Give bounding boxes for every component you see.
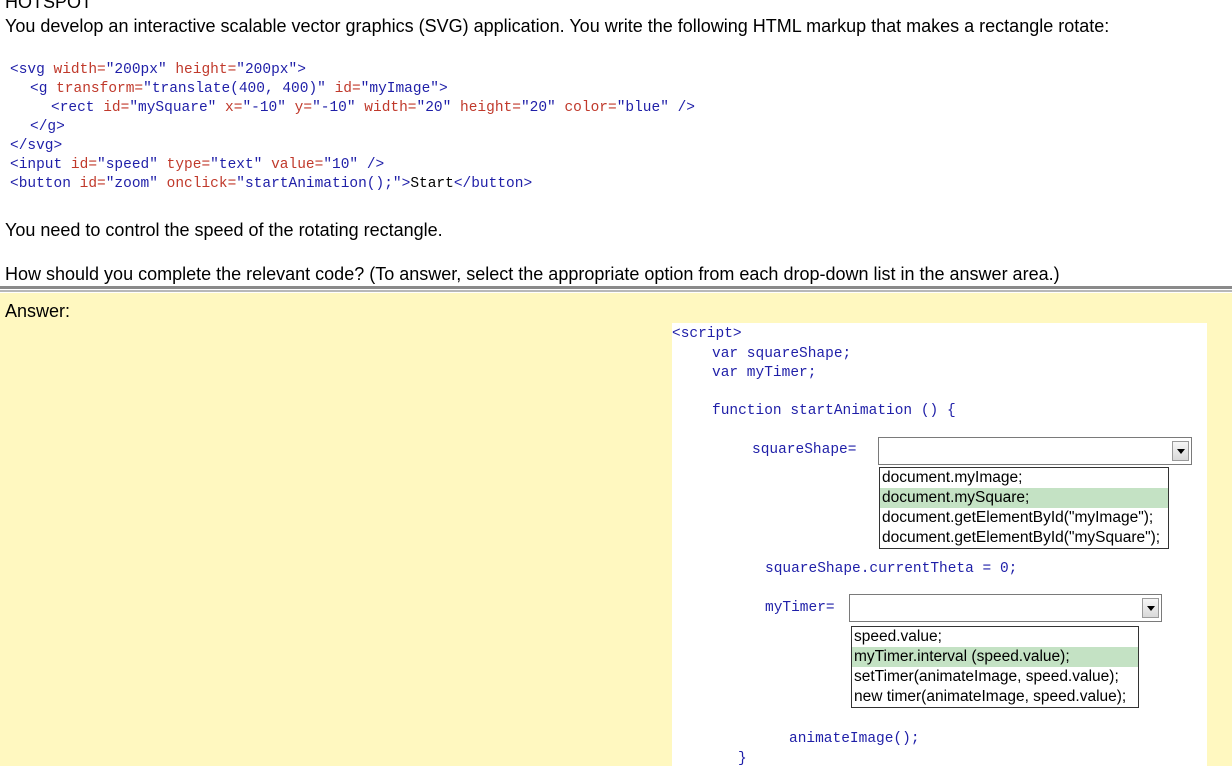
answer-label: Answer:	[5, 301, 71, 321]
code-token: "20"	[416, 100, 461, 116]
code-line-svg: <svg width="200px" height="200px">	[10, 61, 306, 80]
var-square-shape: var squareShape;	[712, 346, 852, 362]
square-shape-options: document.myImage; document.mySquare; doc…	[879, 467, 1169, 549]
code-line-button: <button id="zoom" onclick="startAnimatio…	[10, 175, 532, 194]
code-token: Start	[410, 176, 454, 192]
code-token: "myImage">	[360, 81, 448, 97]
question-intro: You develop an interactive scalable vect…	[5, 16, 1110, 36]
divider	[0, 286, 1232, 289]
question-need: You need to control the speed of the rot…	[5, 220, 443, 240]
code-token: </button>	[453, 176, 533, 192]
code-token: "text"	[210, 157, 272, 173]
my-timer-dropdown[interactable]	[849, 594, 1162, 622]
code-token: y=	[294, 100, 313, 116]
current-theta-line: squareShape.currentTheta = 0;	[765, 561, 1018, 577]
code-line-input: <input id="speed" type="text" value="10"…	[10, 156, 384, 175]
function-close-brace: }	[738, 751, 747, 767]
code-token: transform=	[56, 81, 144, 97]
code-token: value=	[271, 157, 324, 173]
code-token: "speed"	[97, 157, 167, 173]
code-token: <g	[30, 81, 57, 97]
chevron-down-icon	[1176, 448, 1185, 454]
answer-code-panel: <script> var squareShape; var myTimer; f…	[672, 323, 1207, 767]
code-token: "mySquare"	[129, 100, 226, 116]
code-token: <button	[10, 176, 80, 192]
divider	[0, 290, 1232, 292]
assign-my-timer: myTimer=	[765, 600, 835, 616]
question-how: How should you complete the relevant cod…	[5, 264, 1060, 284]
question-area: HOTSPOT You develop an interactive scala…	[0, 0, 1232, 287]
code-token: "blue"	[616, 100, 678, 116]
square-shape-option[interactable]: document.getElementById("myImage");	[880, 508, 1168, 528]
script-open: <script>	[672, 326, 742, 342]
code-line-rect: <rect id="mySquare" x="-10" y="-10" widt…	[51, 99, 695, 118]
code-line-svg-close: </svg>	[10, 138, 63, 154]
my-timer-option[interactable]: speed.value;	[852, 627, 1138, 647]
code-token: id=	[103, 100, 130, 116]
square-shape-dropdown-button[interactable]	[1172, 441, 1189, 461]
code-token: height=	[175, 62, 237, 78]
code-token: id=	[334, 81, 361, 97]
code-token: <input	[10, 157, 71, 173]
chevron-down-icon	[1146, 605, 1155, 611]
code-token: height=	[460, 100, 521, 116]
my-timer-options: speed.value; myTimer.interval (speed.val…	[851, 626, 1139, 708]
code-token: "10"	[323, 157, 367, 173]
code-token: />	[677, 100, 696, 116]
code-token: "translate(400, 400)"	[143, 81, 335, 97]
code-token: "-10"	[312, 100, 365, 116]
code-token: "startAnimation();">	[236, 176, 411, 192]
code-token: "200px"	[105, 62, 176, 78]
assign-square-shape: squareShape=	[752, 442, 857, 458]
code-token: color=	[564, 100, 617, 116]
code-token: <svg	[10, 62, 54, 78]
code-token: <rect	[51, 100, 104, 116]
my-timer-dropdown-button[interactable]	[1142, 598, 1159, 618]
code-token: id=	[79, 176, 106, 192]
square-shape-dropdown[interactable]	[878, 437, 1192, 465]
answer-area: Answer: <script> var squareShape; var my…	[0, 293, 1232, 767]
code-token: id=	[70, 157, 98, 173]
code-token: "20"	[520, 100, 565, 116]
code-token: width=	[364, 100, 417, 116]
question-heading: HOTSPOT	[5, 0, 93, 12]
square-shape-option-selected[interactable]: document.mySquare;	[880, 488, 1168, 508]
animate-image-call: animateImage();	[789, 731, 920, 747]
code-token: onclick=	[166, 176, 237, 192]
var-my-timer: var myTimer;	[712, 365, 817, 381]
code-token: "zoom"	[105, 176, 167, 192]
code-token: "-10"	[242, 100, 295, 116]
code-token: "200px">	[236, 62, 306, 78]
code-token: />	[366, 157, 385, 173]
my-timer-option[interactable]: new timer(animateImage, speed.value);	[852, 687, 1138, 707]
square-shape-option[interactable]: document.getElementById("mySquare");	[880, 528, 1168, 548]
code-token: width=	[53, 62, 106, 78]
code-token: x=	[225, 100, 243, 116]
my-timer-option[interactable]: setTimer(animateImage, speed.value);	[852, 667, 1138, 687]
code-line-g-close: </g>	[30, 119, 65, 135]
code-line-g: <g transform="translate(400, 400)" id="m…	[30, 80, 448, 99]
my-timer-option-selected[interactable]: myTimer.interval (speed.value);	[852, 647, 1138, 667]
code-token: type=	[166, 157, 211, 173]
function-start-animation: function startAnimation () {	[712, 403, 956, 419]
square-shape-option[interactable]: document.myImage;	[880, 468, 1168, 488]
